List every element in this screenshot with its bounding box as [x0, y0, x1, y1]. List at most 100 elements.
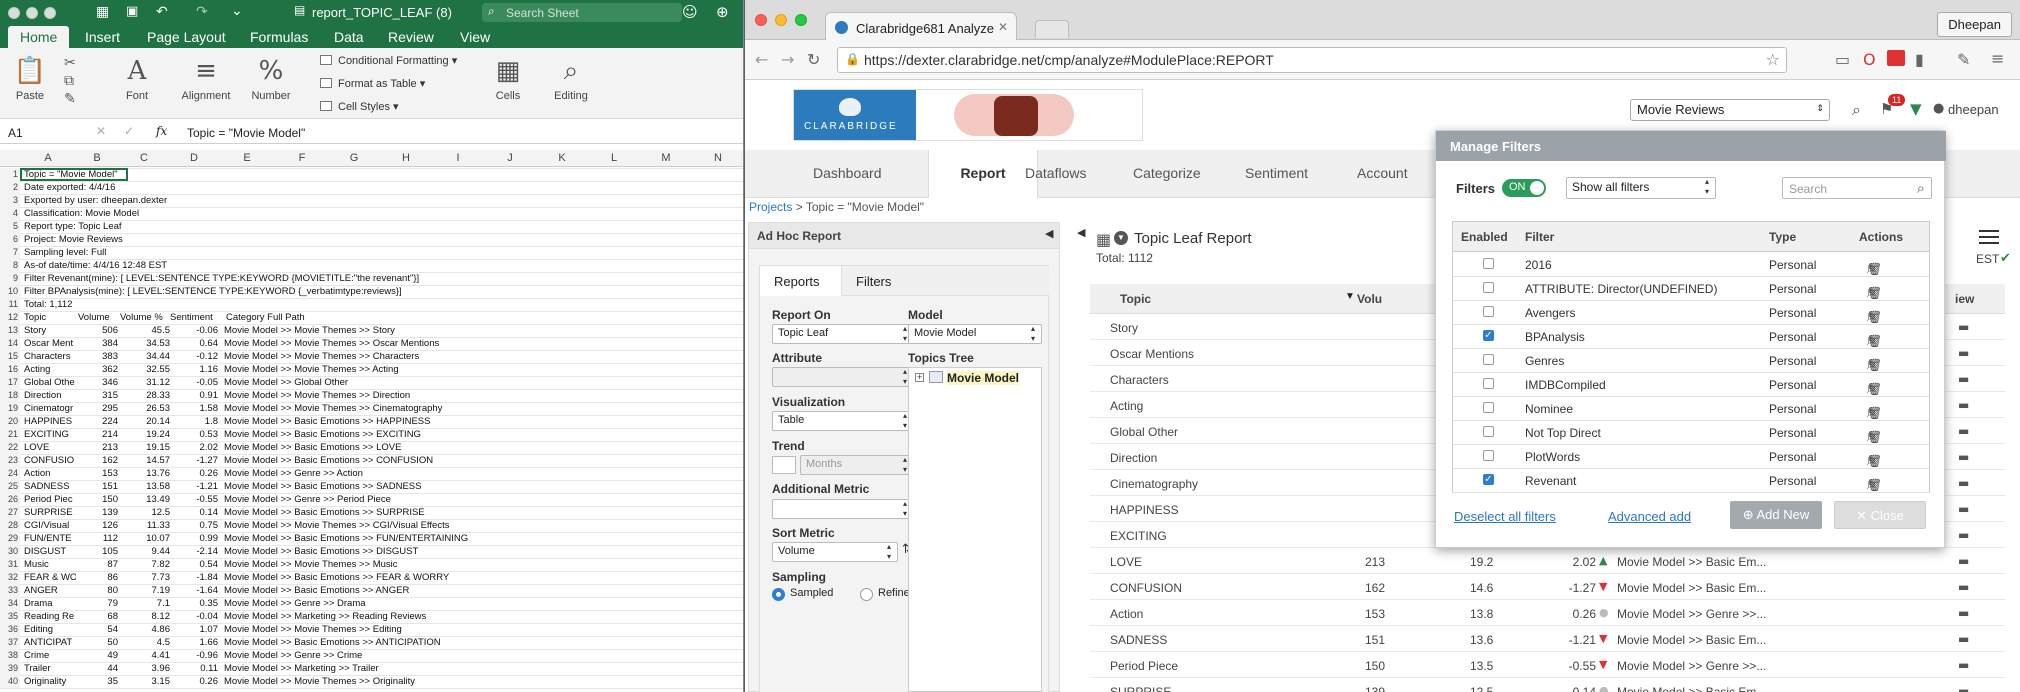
tab-reports[interactable]: Reports — [760, 266, 842, 296]
nav-account[interactable]: Account — [1357, 165, 1408, 181]
cell-volume-pct[interactable]: 7.1 — [118, 597, 170, 610]
cell-topic[interactable]: Originality — [24, 675, 76, 688]
tab-filters[interactable]: Filters — [842, 266, 1049, 296]
cell-category-path[interactable]: Movie Model >> Marketing >> Trailer — [224, 662, 524, 675]
name-box[interactable]: A1 — [8, 126, 23, 140]
filter-enabled-checkbox[interactable] — [1483, 378, 1494, 389]
nav-sentiment[interactable]: Sentiment — [1245, 165, 1308, 181]
cell-category-path[interactable]: Movie Model >> Movie Themes >> Originali… — [224, 675, 524, 688]
row-number[interactable]: 23 — [0, 454, 20, 467]
cell-topic[interactable]: FUN/ENTE — [24, 532, 76, 545]
cell-topic[interactable]: Editing — [24, 623, 76, 636]
cell-volume[interactable]: 112 — [76, 532, 118, 545]
row-number[interactable]: 14 — [0, 337, 20, 350]
cell-volume[interactable]: 383 — [76, 350, 118, 363]
cell-topic[interactable]: EXCITING — [24, 428, 76, 441]
trend-checkbox[interactable] — [772, 456, 796, 474]
expand-icon[interactable]: + — [915, 373, 924, 382]
add-new-button[interactable]: ⊕ Add New — [1730, 501, 1822, 529]
cell-topic[interactable]: ANTICIPAT — [24, 636, 76, 649]
report-on-select[interactable]: Topic Leaf — [772, 324, 914, 344]
cell-volume-pct[interactable]: 19.24 — [118, 428, 170, 441]
cell-sentiment[interactable]: 0.35 — [170, 597, 219, 610]
cell-sentiment[interactable]: 0.99 — [170, 532, 219, 545]
cell-volume[interactable]: 126 — [76, 519, 118, 532]
cell-topic[interactable]: Cinematogr — [24, 402, 76, 415]
col-view[interactable]: iew — [1955, 292, 1974, 306]
font-group-button[interactable]: A Font — [112, 54, 162, 102]
row-number[interactable]: 26 — [0, 493, 20, 506]
browser-minimize-button[interactable] — [775, 14, 787, 26]
cell-category-path[interactable]: Movie Model >> Movie Themes >> Story — [224, 324, 524, 337]
cell-sentiment[interactable]: 0.26 — [170, 675, 219, 688]
customize-toolbar-icon[interactable]: ⌄ — [231, 3, 243, 19]
cell-a10[interactable]: Filter BPAnalysis(mine): [ LEVEL:SENTENC… — [24, 285, 584, 298]
header-cell[interactable]: Sentiment — [170, 311, 218, 324]
zoom-icon[interactable]: ⌕ — [1867, 262, 1877, 277]
attribute-select[interactable] — [772, 367, 914, 387]
cell-volume-pct[interactable]: 3.96 — [118, 662, 171, 675]
cell-volume-pct[interactable]: 3.15 — [118, 675, 171, 688]
row-number[interactable]: 37 — [0, 636, 20, 649]
row-number[interactable]: 12 — [0, 311, 20, 324]
column-header[interactable]: M — [640, 152, 692, 164]
row-number[interactable]: 39 — [0, 662, 20, 675]
filter-enabled-checkbox[interactable] — [1483, 306, 1494, 317]
cell-volume-pct[interactable]: 13.58 — [118, 480, 170, 493]
cell-category-path[interactable]: Movie Model >> Genre >> Action — [224, 467, 524, 480]
cell-topic[interactable]: Direction — [24, 389, 76, 402]
column-header[interactable]: I — [432, 152, 484, 164]
cell-volume-pct[interactable]: 13.76 — [118, 467, 170, 480]
tree-node-movie-model[interactable]: Movie Model — [947, 371, 1020, 385]
cell-volume[interactable]: 213 — [76, 441, 118, 454]
cell-category-path[interactable]: Movie Model >> Movie Themes >> Music — [224, 558, 524, 571]
column-header[interactable]: D — [170, 152, 218, 164]
paste-button[interactable]: 📋 Paste — [10, 54, 50, 102]
cell-sentiment[interactable]: 1.07 — [170, 623, 219, 636]
cell-topic[interactable]: CONFUSIO — [24, 454, 76, 467]
cell-volume[interactable]: 346 — [76, 376, 118, 389]
row-number[interactable]: 27 — [0, 506, 20, 519]
expand-panel-icon[interactable]: ◀ — [1077, 226, 1085, 239]
cell-volume[interactable]: 44 — [76, 662, 118, 675]
show-filters-select[interactable]: Show all filters — [1566, 177, 1716, 199]
zoom-icon[interactable]: ⌕ — [1867, 454, 1877, 469]
filter-enabled-checkbox[interactable]: ✓ — [1483, 330, 1494, 341]
row-number[interactable]: 16 — [0, 363, 20, 376]
cell-volume[interactable]: 224 — [76, 415, 118, 428]
filter-row[interactable]: IMDBCompiled Personal ✎ 🗑 ⌕ — [1453, 373, 1929, 397]
column-header[interactable]: E — [218, 152, 276, 164]
cell-volume[interactable]: 153 — [76, 467, 118, 480]
cell-a2[interactable]: Date exported: 4/4/16 — [24, 181, 584, 194]
cell-category-path[interactable]: Movie Model >> Global Other — [224, 376, 524, 389]
filter-enabled-checkbox[interactable] — [1483, 258, 1494, 269]
cell-volume[interactable]: 384 — [76, 337, 118, 350]
sheet-grid[interactable]: 1 Topic = "Movie Model" 2 Date exported: 4/… — [0, 168, 743, 692]
row-number[interactable]: 28 — [0, 519, 20, 532]
row-number[interactable]: 2 — [0, 181, 20, 194]
editing-group-button[interactable]: ⌕ Editing — [550, 54, 592, 102]
visualization-select[interactable]: Table — [772, 411, 914, 431]
cell-styles-button[interactable]: Cell Styles ▾ — [320, 100, 399, 113]
column-header[interactable]: F — [276, 152, 328, 164]
cell-volume-pct[interactable]: 31.12 — [118, 376, 170, 389]
cell-topic[interactable]: DISGUST — [24, 545, 76, 558]
cell-volume-pct[interactable]: 14.57 — [118, 454, 170, 467]
filter-row[interactable]: Not Top Direct Personal ✎ 🗑 ⌕ — [1453, 421, 1929, 445]
cell-volume[interactable]: 86 — [76, 571, 118, 584]
model-select[interactable]: Movie Model — [908, 324, 1042, 344]
row-number[interactable]: 21 — [0, 428, 20, 441]
cell-sentiment[interactable]: 0.26 — [170, 467, 219, 480]
filter-enabled-checkbox[interactable] — [1483, 354, 1494, 365]
cell-volume[interactable]: 80 — [76, 584, 118, 597]
cell-volume[interactable]: 162 — [76, 454, 118, 467]
cell-volume-pct[interactable]: 32.55 — [118, 363, 170, 376]
extension-3-icon[interactable]: ✎ — [1957, 50, 1970, 69]
cell-sentiment[interactable]: 1.58 — [170, 402, 219, 415]
cell-category-path[interactable]: Movie Model >> Genre >> Drama — [224, 597, 524, 610]
row-number[interactable]: 4 — [0, 207, 20, 220]
comment-icon[interactable]: ▬ — [1958, 528, 1969, 542]
cell-category-path[interactable]: Movie Model >> Movie Themes >> Editing — [224, 623, 524, 636]
filter-row[interactable]: Avengers Personal ✎ 🗑 ⌕ — [1453, 301, 1929, 325]
row-number[interactable]: 18 — [0, 389, 20, 402]
